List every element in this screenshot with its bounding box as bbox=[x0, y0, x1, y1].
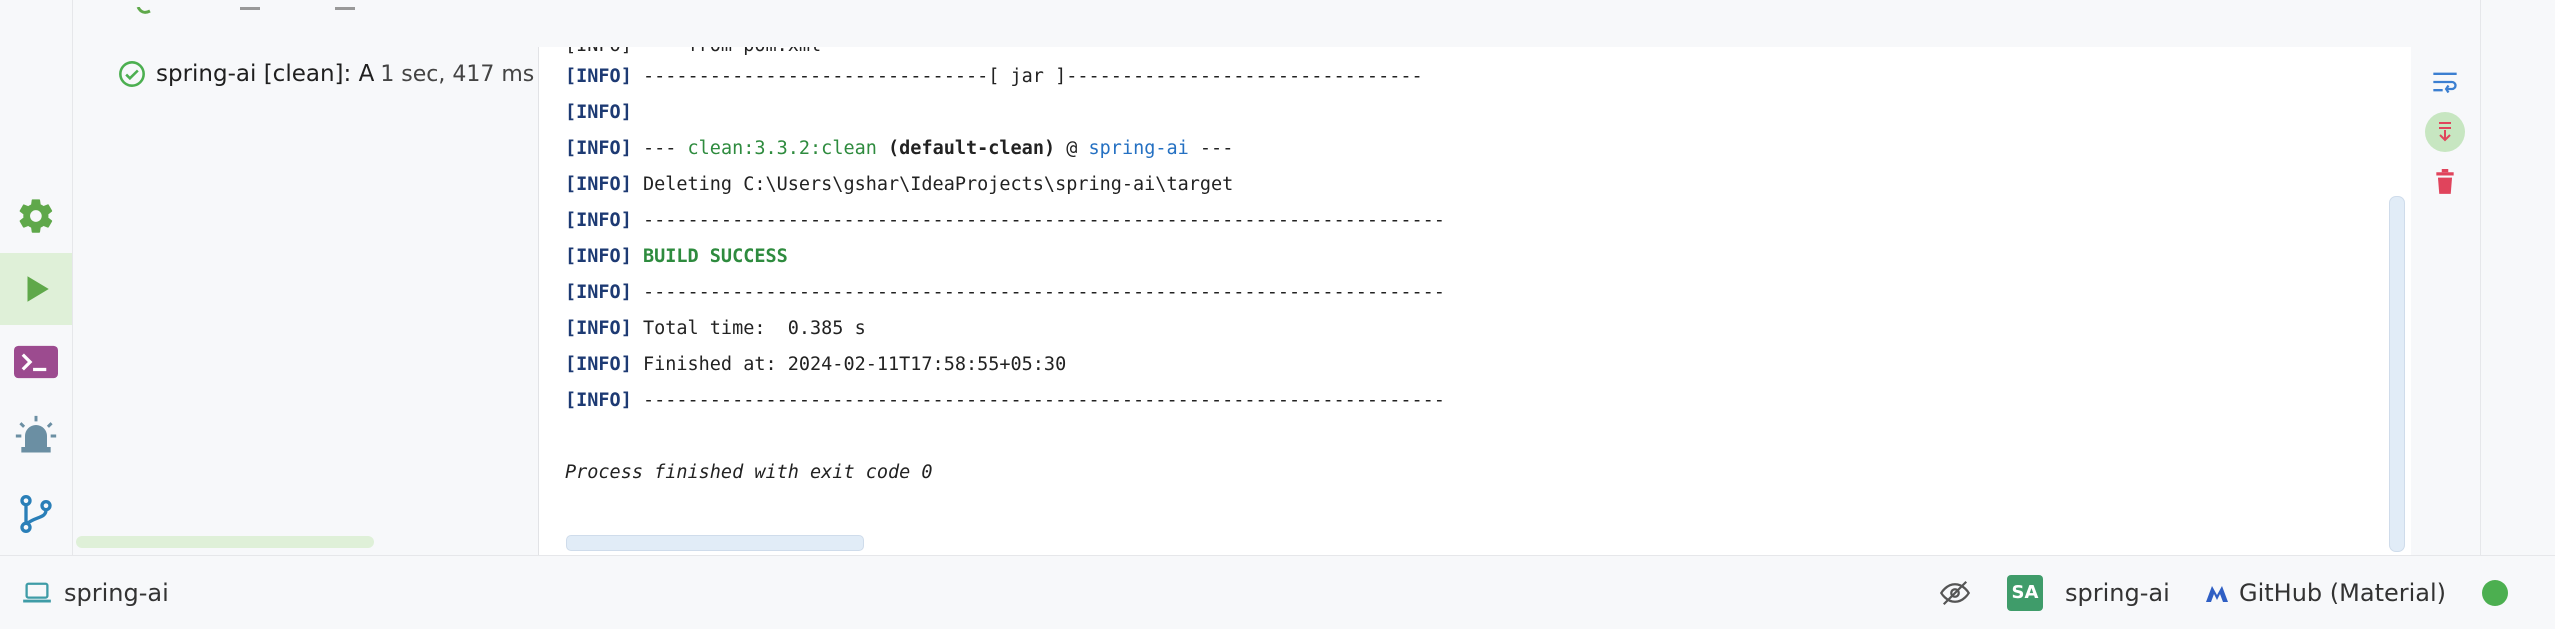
console-line: [INFO] Total time: 0.385 s bbox=[565, 318, 866, 339]
console-tools bbox=[2410, 47, 2480, 555]
plugin-goal: clean:3.3.2:clean bbox=[687, 138, 877, 159]
console-line: [INFO] ---------------------------------… bbox=[565, 210, 1445, 231]
account-widget[interactable]: SA spring-ai bbox=[2007, 556, 2170, 629]
run-tree-item[interactable]: spring-ai [clean]: A 1 sec, 417 ms bbox=[118, 57, 534, 91]
terminal-tool-button[interactable] bbox=[0, 326, 72, 398]
project-widget[interactable]: spring-ai bbox=[22, 556, 169, 629]
theme-label: GitHub (Material) bbox=[2239, 578, 2447, 607]
project-name: spring-ai bbox=[1088, 138, 1189, 159]
laptop-icon bbox=[23, 582, 51, 603]
run-item-duration: 1 sec, 417 ms bbox=[380, 61, 535, 87]
scroll-to-end-icon bbox=[2439, 122, 2451, 142]
problems-tool-button[interactable] bbox=[0, 400, 72, 472]
console-line: [INFO] --- clean:3.3.2:clean (default-cl… bbox=[565, 138, 1234, 159]
console-horizontal-scrollbar[interactable] bbox=[566, 535, 864, 551]
trash-icon bbox=[2436, 169, 2454, 194]
gear-icon bbox=[19, 199, 53, 233]
material-theme-icon bbox=[2206, 585, 2228, 602]
console-line: [INFO] ---------------------------------… bbox=[565, 282, 1445, 303]
console-line: [INFO] bbox=[565, 102, 632, 123]
console-line: [INFO] ---------------------------------… bbox=[565, 390, 1445, 411]
scroll-to-end-toggle bbox=[2425, 112, 2465, 152]
avatar: SA bbox=[2007, 574, 2043, 611]
console-line-build-success: [INFO] BUILD SUCCESS bbox=[565, 246, 788, 267]
status-indicator[interactable] bbox=[2482, 556, 2508, 629]
console-line: [INFO] -------------------------------[ … bbox=[565, 66, 1423, 87]
run-toolbar bbox=[130, 0, 490, 14]
success-check-icon bbox=[119, 61, 145, 87]
clear-console-button[interactable] bbox=[2420, 157, 2470, 207]
git-tool-button[interactable] bbox=[0, 478, 72, 550]
project-name-label: spring-ai bbox=[64, 578, 169, 607]
alarm-icon bbox=[15, 415, 57, 453]
theme-widget[interactable]: GitHub (Material) bbox=[2205, 556, 2446, 629]
git-branch-icon bbox=[20, 494, 52, 534]
services-gear-button[interactable] bbox=[0, 180, 72, 252]
console-vertical-scrollbar[interactable] bbox=[2389, 196, 2405, 552]
scroll-to-end-button[interactable] bbox=[2420, 107, 2470, 157]
console-line-cut: [INFO] --- from pom.xml bbox=[565, 47, 821, 61]
soft-wrap-icon bbox=[2433, 72, 2457, 94]
status-dot-icon bbox=[2482, 579, 2508, 606]
run-tree-panel bbox=[73, 47, 538, 555]
left-tool-strip bbox=[0, 0, 73, 555]
rerun-icon[interactable] bbox=[130, 6, 170, 15]
console-output[interactable]: [INFO] --- from pom.xml [INFO] ---------… bbox=[538, 47, 2411, 555]
right-tool-strip bbox=[2480, 0, 2555, 555]
toolbar-icon[interactable] bbox=[330, 7, 360, 15]
account-project-label: spring-ai bbox=[2065, 578, 2170, 607]
console-exit-line: Process finished with exit code 0 bbox=[565, 462, 933, 483]
soft-wrap-button[interactable] bbox=[2420, 57, 2470, 107]
hide-indicator-button[interactable] bbox=[1940, 556, 1970, 629]
terminal-icon bbox=[14, 345, 58, 379]
status-bar: spring-ai SA spring-ai GitHub (Material) bbox=[0, 555, 2555, 629]
tree-horizontal-scrollbar[interactable] bbox=[76, 536, 374, 548]
console-line: [INFO] Deleting C:\Users\gshar\IdeaProje… bbox=[565, 174, 1234, 195]
console-line: [INFO] Finished at: 2024-02-11T17:58:55+… bbox=[565, 354, 1067, 375]
toolbar-icon[interactable] bbox=[235, 7, 265, 15]
execution-id: (default-clean) bbox=[888, 138, 1056, 159]
run-item-label: spring-ai [clean]: A bbox=[156, 61, 375, 87]
eye-off-icon bbox=[1940, 580, 1970, 605]
run-tool-button[interactable] bbox=[0, 253, 72, 325]
play-icon bbox=[27, 276, 49, 302]
